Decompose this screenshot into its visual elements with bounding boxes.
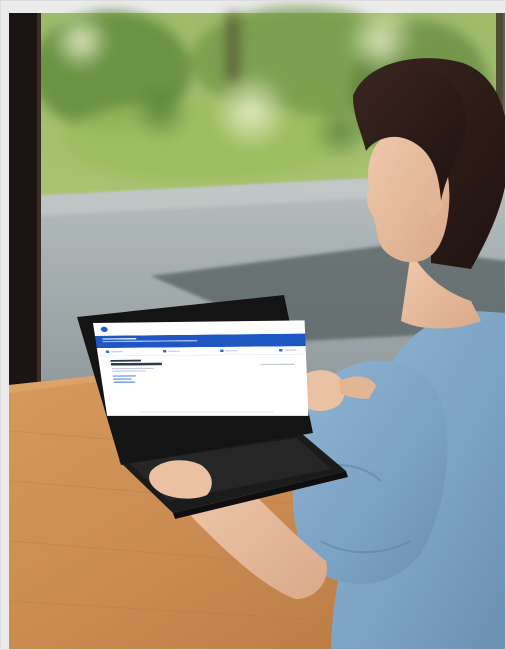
heading-placeholder [110,359,142,362]
screen-body [98,355,307,389]
photo-scene [0,0,506,650]
tab-icon [105,350,110,354]
side-text-placeholder [260,363,294,366]
tab-icon [220,349,224,353]
tab-label-placeholder [167,350,180,352]
link-placeholder [113,381,136,383]
link-placeholder [112,375,137,377]
laptop-screen [93,320,309,416]
screen-tab [162,349,180,353]
tab-icon [162,349,167,353]
banner-subtitle-placeholder [102,340,198,343]
tab-label-placeholder [110,350,123,353]
text-line-placeholder [111,367,154,370]
text-line-placeholder [111,370,146,372]
tab-label-placeholder [225,349,238,352]
tab-label-placeholder [284,349,297,351]
screen-tab [105,350,123,354]
logo-mark-icon [100,326,109,332]
banner-title-placeholder [102,338,137,340]
footer-divider [139,411,274,413]
screen-tab [278,348,297,352]
tab-icon [278,348,283,352]
screen-tab [220,349,238,353]
subheading-placeholder [110,362,163,366]
link-placeholder [113,378,132,380]
screen-logo [100,326,109,332]
